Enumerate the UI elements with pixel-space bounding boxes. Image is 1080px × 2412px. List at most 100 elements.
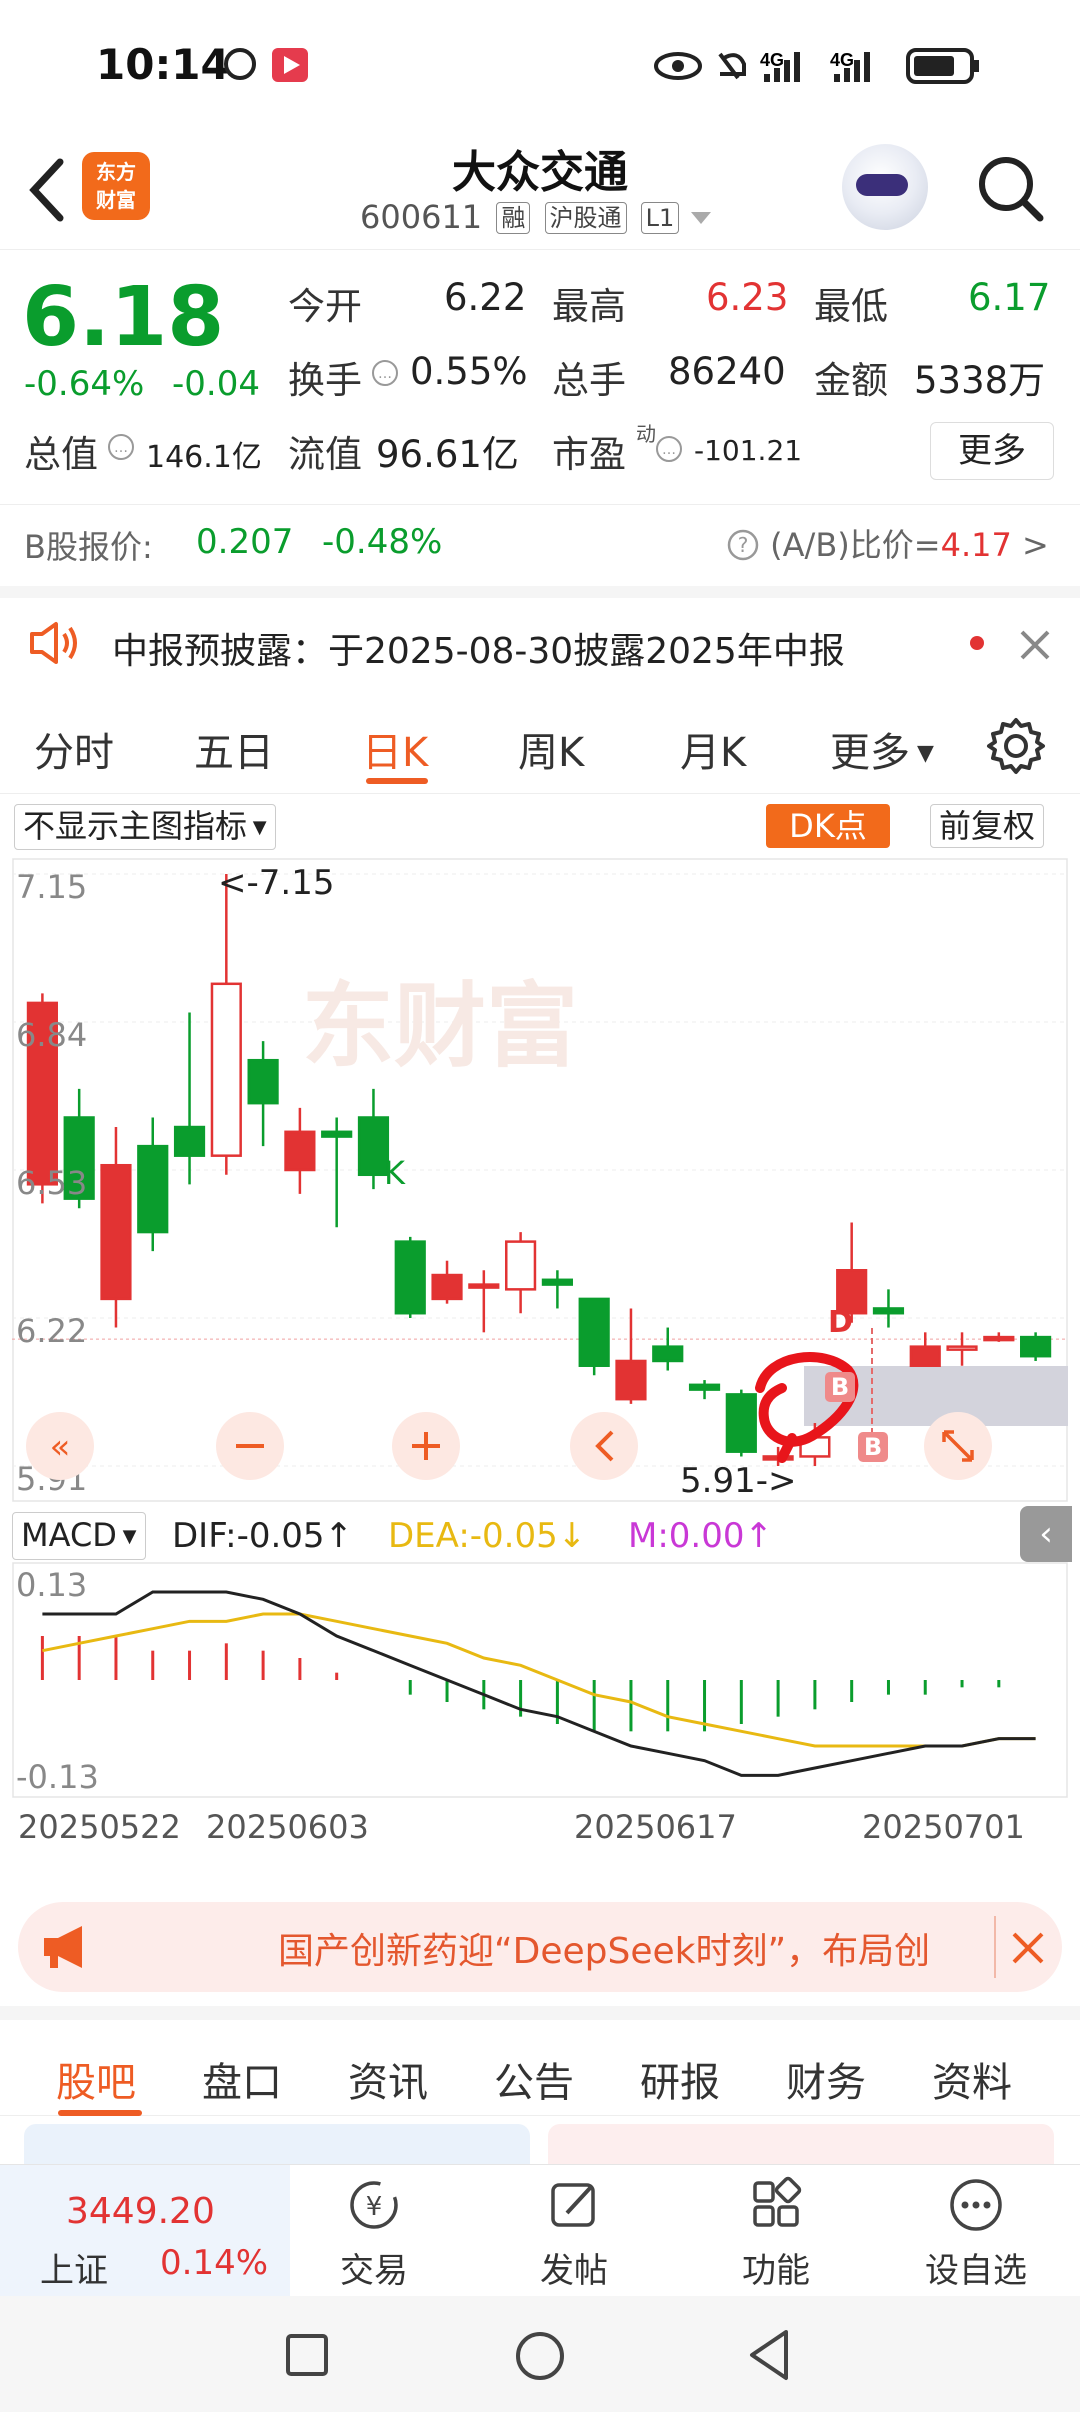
candle-body[interactable]	[872, 1307, 905, 1315]
tab-profile[interactable]: 资料	[932, 2050, 1012, 2108]
b-share-price: 0.207	[196, 522, 294, 562]
tab-monthly-k[interactable]: 月K	[680, 720, 746, 778]
back-icon[interactable]	[742, 2326, 798, 2384]
change-percent: -0.64%	[24, 364, 145, 404]
home-icon[interactable]	[512, 2328, 568, 2384]
tab-orderbook[interactable]: 盘口	[202, 2050, 282, 2108]
candle-body[interactable]	[652, 1345, 684, 1363]
field-label-pe: 市盈	[552, 433, 626, 476]
tab-news[interactable]: 资讯	[348, 2050, 428, 2108]
trade-button[interactable]: ¥ 交易	[304, 2175, 444, 2292]
tab-daily-k[interactable]: 日K	[362, 720, 428, 778]
candle-body[interactable]	[909, 1345, 941, 1367]
field-label-low: 最低	[814, 285, 888, 328]
candle-body[interactable]	[247, 1058, 279, 1105]
scroll-left-button[interactable]	[570, 1412, 638, 1480]
change-amount: -0.04	[172, 364, 260, 404]
candle-body[interactable]	[321, 1130, 353, 1138]
candle-body[interactable]	[100, 1163, 132, 1301]
candle-body[interactable]	[541, 1278, 573, 1286]
main-indicator-select[interactable]: 不显示主图指标 ▼	[14, 804, 276, 850]
candle-body[interactable]	[615, 1359, 647, 1401]
y-tick-label: 6.53	[16, 1164, 87, 1202]
candlestick-chart[interactable]: 东财富 7.156.846.536.225.91 B B D K <-7.15 …	[12, 858, 1068, 1502]
index-ticker[interactable]: 3449.20 上证 0.14%	[0, 2165, 290, 2297]
macd-dif: DIF:-0.05↑	[172, 1516, 354, 1556]
tag-level: L1	[640, 202, 680, 234]
tab-intraday[interactable]: 分时	[34, 720, 114, 778]
system-nav-bar	[0, 2296, 1080, 2412]
tab-weekly-k[interactable]: 周K	[518, 720, 584, 778]
macd-chart[interactable]: 0.13 -0.13	[12, 1562, 1068, 1798]
candle-body[interactable]	[210, 982, 242, 1157]
info-icon[interactable]: …	[654, 434, 684, 464]
index-value: 3449.20	[66, 2191, 215, 2232]
candle-body[interactable]	[946, 1345, 978, 1351]
candle-body[interactable]	[688, 1383, 721, 1391]
candle-body[interactable]	[394, 1240, 426, 1315]
candle-body[interactable]	[505, 1240, 537, 1291]
svg-text:…: …	[662, 442, 676, 458]
field-label-mktcap: 总值	[24, 433, 98, 476]
edit-icon	[551, 2183, 595, 2227]
ab-ratio-label: (A/B)比价=	[770, 526, 941, 564]
search-icon[interactable]	[976, 154, 1046, 224]
ab-ratio[interactable]: ? (A/B)比价=4.17 >	[726, 520, 1049, 566]
svg-text:…: …	[378, 366, 392, 382]
tab-announcements[interactable]: 公告	[494, 2050, 574, 2108]
collapse-panel-button[interactable]: ‹	[1020, 1506, 1072, 1562]
field-value-low: 6.17	[968, 276, 1051, 319]
info-icon[interactable]: …	[370, 358, 400, 388]
tab-forum[interactable]: 股吧	[56, 2050, 136, 2108]
candle-body[interactable]	[725, 1393, 757, 1453]
info-icon[interactable]: …	[106, 432, 136, 462]
pe-superscript: 动	[636, 422, 656, 446]
close-icon[interactable]	[1010, 1930, 1046, 1966]
speaker-icon	[30, 622, 77, 664]
last-price: 6.18	[22, 270, 225, 365]
add-watchlist-button[interactable]: 设自选	[906, 2175, 1046, 2292]
assistant-robot-icon[interactable]	[842, 144, 928, 230]
zoom-out-button[interactable]	[216, 1412, 284, 1480]
tag-margin: 融	[496, 202, 531, 234]
tab-more[interactable]: 更多 ▼	[830, 720, 934, 778]
settings-gear-icon[interactable]	[986, 716, 1046, 776]
zoom-in-button[interactable]	[392, 1412, 460, 1480]
active-tab-indicator	[366, 778, 428, 784]
close-icon[interactable]	[1018, 628, 1052, 662]
main-indicator-label: 不显示主图指标	[23, 807, 248, 845]
functions-button[interactable]: 功能	[706, 2175, 846, 2292]
caret-down-icon	[691, 212, 712, 224]
field-label-high: 最高	[552, 285, 626, 328]
candle-body[interactable]	[431, 1273, 463, 1301]
promo-banner[interactable]: 国产创新药迎“DeepSeek时刻”，布局创	[18, 1902, 1062, 1992]
scroll-left-fast-button[interactable]: «	[26, 1412, 94, 1480]
date-tick: 20250617	[574, 1808, 737, 1846]
more-fields-button[interactable]: 更多	[930, 422, 1054, 480]
notice-bar[interactable]: 中报预披露：于2025-08-30披露2025年中报	[0, 586, 1080, 682]
tab-five-day[interactable]: 五日	[194, 720, 274, 778]
post-button[interactable]: 发帖	[504, 2175, 644, 2292]
candle-body[interactable]	[137, 1144, 169, 1234]
macd-dea: DEA:-0.05↓	[388, 1516, 587, 1556]
candle-body[interactable]	[578, 1297, 610, 1367]
tab-financials[interactable]: 财务	[786, 2050, 866, 2108]
dk-point-button[interactable]: DK点	[766, 804, 890, 848]
candle-body[interactable]	[173, 1125, 206, 1157]
tab-research[interactable]: 研报	[640, 2050, 720, 2108]
functions-label: 功能	[742, 2251, 810, 2291]
candle-body[interactable]	[468, 1283, 500, 1289]
candle-body[interactable]	[983, 1335, 1015, 1342]
price-adjust-button[interactable]: 前复权	[930, 804, 1045, 848]
candle-body[interactable]	[284, 1130, 316, 1172]
candle-body[interactable]	[1020, 1335, 1052, 1358]
tag-connect: 沪股通	[544, 202, 627, 234]
sub-indicator-label: MACD	[21, 1516, 117, 1554]
date-tick: 20250603	[206, 1808, 369, 1846]
fullscreen-button[interactable]	[924, 1412, 992, 1480]
recent-apps-icon[interactable]	[282, 2330, 332, 2380]
stock-code-line[interactable]: 600611 融 沪股通 L1	[360, 198, 713, 236]
sub-indicator-select[interactable]: MACD ▼	[12, 1512, 146, 1560]
high-annotation: <-7.15	[218, 863, 334, 903]
b-marker-label: B	[831, 1373, 849, 1401]
